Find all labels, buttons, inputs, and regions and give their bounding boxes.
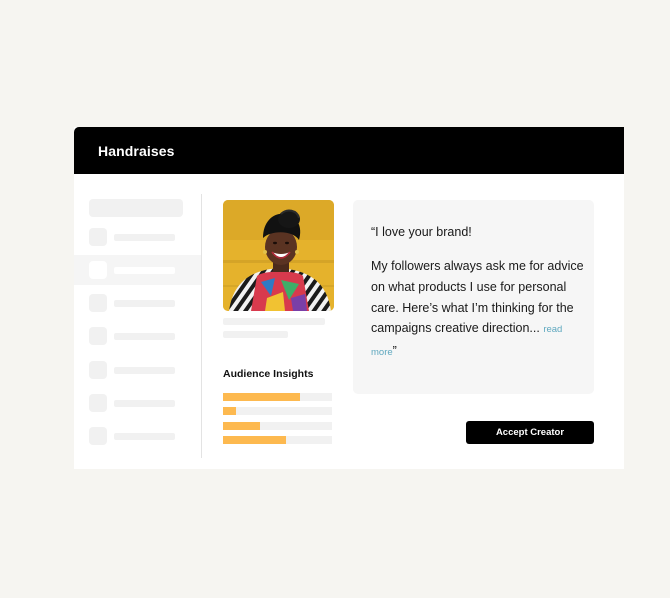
card-header: Handraises: [74, 127, 624, 174]
sidebar-item-text: [114, 433, 175, 440]
sidebar-item-text: [114, 333, 175, 340]
audience-insight-bar: [223, 407, 332, 415]
sidebar-divider: [201, 194, 202, 458]
audience-insight-bar-fill: [223, 407, 237, 415]
audience-insight-bar-fill: [223, 436, 287, 444]
sidebar-item-selected[interactable]: [74, 255, 201, 285]
sidebar-item-avatar: [89, 327, 107, 345]
sidebar-item-avatar: [89, 394, 107, 412]
sidebar-item-avatar: [89, 361, 107, 379]
sidebar-item-avatar: [89, 294, 107, 312]
creator-name-placeholder: [223, 318, 325, 325]
audience-insight-bar: [223, 393, 332, 401]
sidebar-item-avatar: [89, 261, 107, 279]
sidebar-item[interactable]: [74, 355, 201, 385]
sidebar-item[interactable]: [74, 321, 201, 351]
sidebar-search-placeholder: [89, 199, 183, 217]
audience-insights-title: Audience Insights: [223, 368, 314, 380]
sidebar-item-text: [114, 234, 175, 241]
sidebar-item-text: [114, 367, 175, 374]
creator-photo-illustration: [223, 200, 334, 311]
sidebar-item[interactable]: [74, 222, 201, 252]
sidebar-item[interactable]: [74, 388, 201, 418]
message-greeting: I love your brand!: [375, 225, 472, 239]
sidebar-item-avatar: [89, 427, 107, 445]
sidebar-item-text: [114, 267, 175, 274]
sidebar-item-text: [114, 400, 175, 407]
sidebar-item[interactable]: [74, 288, 201, 318]
sidebar-item-avatar: [89, 228, 107, 246]
creator-photo: [223, 200, 334, 311]
sidebar-item-text: [114, 300, 175, 307]
message-greeting-line: “I love your brand!: [371, 225, 472, 239]
audience-insight-bar: [223, 436, 332, 444]
accept-creator-button[interactable]: Accept Creator: [466, 421, 594, 444]
audience-insight-bar-fill: [223, 422, 261, 430]
message-body-paragraph: My followers always ask me for advice on…: [371, 256, 586, 364]
handraises-card: Handraises Audience Insights “I love you…: [74, 127, 624, 469]
sidebar-item[interactable]: [74, 421, 201, 451]
close-quote-mark: ”: [392, 344, 397, 359]
card-title: Handraises: [98, 143, 175, 159]
handraise-message: “I love your brand! My followers always …: [353, 200, 594, 394]
creator-handle-placeholder: [223, 331, 288, 338]
audience-insight-bar-fill: [223, 393, 301, 401]
audience-insight-bar: [223, 422, 332, 430]
